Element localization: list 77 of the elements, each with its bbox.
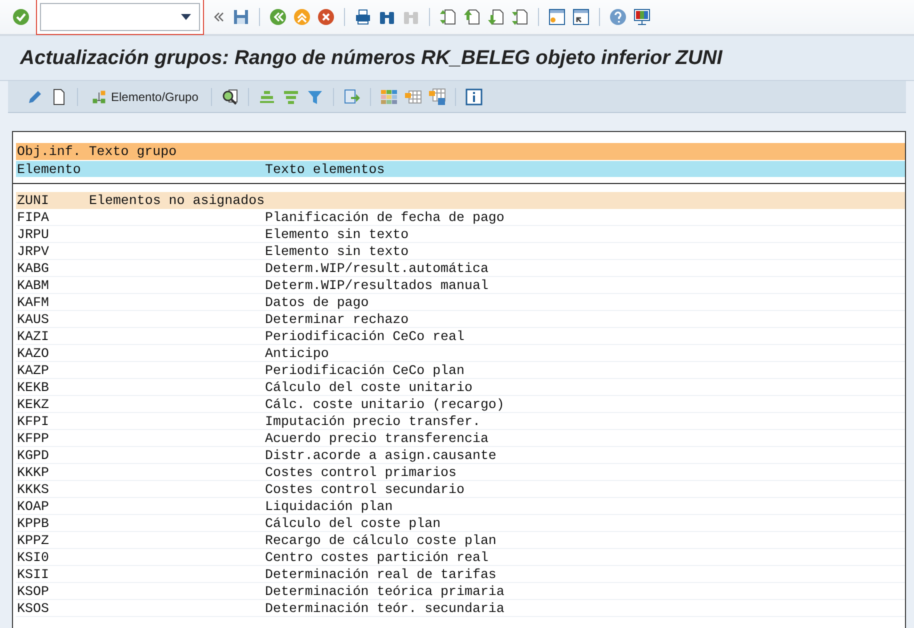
element-code: KEKZ [17,396,50,412]
element-text: Periodificación CeCo plan [265,362,464,378]
element-code: KAZI [17,328,50,344]
element-code: KSOP [17,584,50,598]
element-code: KEKB [17,380,50,394]
monitor-icon[interactable] [633,8,651,26]
group-text: Elementos no asignados [89,193,265,208]
table-layout-icon[interactable] [404,88,422,106]
export-document-icon[interactable] [343,88,362,106]
enter-check-icon[interactable] [12,8,30,26]
info-icon[interactable] [465,88,484,106]
help-icon[interactable] [609,8,627,26]
element-code: JRPV [17,244,50,258]
element-code: KOAP [17,498,50,514]
element-code: KAZO [17,346,50,360]
element-code: KPPZ [17,532,50,548]
element-text: Recargo de cálculo coste plan [265,532,496,548]
element-text: Costes control primarios [265,464,457,480]
color-grid-icon[interactable] [380,88,398,106]
element-text: Planificación de fecha de pago [265,210,504,224]
element-code: KKKS [17,482,50,496]
element-text: Cálc. coste unitario (recargo) [265,396,504,412]
first-page-icon[interactable] [439,8,457,26]
dropdown-arrow-icon[interactable] [181,14,191,20]
element-text: Determinación teór. secundaria [265,600,504,616]
column-header: Elemento [17,162,82,176]
element-text: Datos de pago [265,294,369,310]
element-text: Determ.WIP/resultados manual [265,278,488,292]
element-code: KSI0 [17,550,50,564]
window-title: Actualización grupos: Rango de números RK_BELEG objeto inferior ZUNI [20,46,722,70]
element-text: Elemento sin texto [265,244,409,258]
element-code: KAZP [17,362,50,378]
cancel-icon[interactable] [317,8,335,26]
hierarchy-icon [91,88,107,104]
element-text: Determinar rechazo [265,312,409,326]
last-page-icon[interactable] [511,8,529,26]
print-icon[interactable] [354,8,372,26]
save-icon[interactable] [232,8,250,26]
element-code: KABM [17,278,50,292]
element-text: Acuerdo precio transferencia [265,430,488,446]
magnifier-document-icon[interactable] [221,88,240,106]
element-text: Imputación precio transfer. [265,414,480,428]
element-code: KSII [17,566,50,582]
element-code: KFPP [17,430,50,446]
element-code: KKKP [17,464,50,480]
table-save-icon[interactable] [428,88,446,106]
element-code: KFPI [17,414,50,428]
element-text: Determ.WIP/result.automática [265,260,488,276]
element-text: Determinación teórica primaria [265,584,504,598]
element-text: Costes control secundario [265,482,464,496]
element-code: KAUS [17,312,50,326]
new-window-icon[interactable] [548,8,566,26]
element-code: KPPB [17,516,50,530]
element-code: KGPD [17,448,50,462]
element-text: Liquidación plan [265,498,393,514]
next-page-icon[interactable] [487,8,505,26]
shortcut-window-icon[interactable] [572,8,590,26]
element-text: Centro costes partición real [265,550,488,564]
element-text: Cálculo del coste unitario [265,380,472,394]
element-code: FIPA [17,210,50,224]
element-text: Determinación real de tarifas [265,566,496,582]
element-code: JRPU [17,226,50,242]
header-text: Obj.inf. Texto grupo [17,144,177,159]
element-group-button[interactable]: Elemento/Grupo [87,86,202,106]
back-icon[interactable] [269,8,287,26]
element-text: Distr.acorde a asign.causante [265,448,496,462]
element-text: Anticipo [265,346,329,360]
element-code: KAFM [17,294,50,310]
group-code: ZUNI [17,193,50,208]
double-chevron-icon[interactable] [214,12,224,22]
element-code: KABG [17,260,50,276]
element-text: Cálculo del coste plan [265,516,441,530]
element-code: KSOS [17,600,50,616]
element-text: Elemento sin texto [265,226,409,242]
column-header: Texto elementos [265,162,385,176]
previous-page-icon[interactable] [463,8,481,26]
element-text: Periodificación CeCo real [265,328,464,344]
